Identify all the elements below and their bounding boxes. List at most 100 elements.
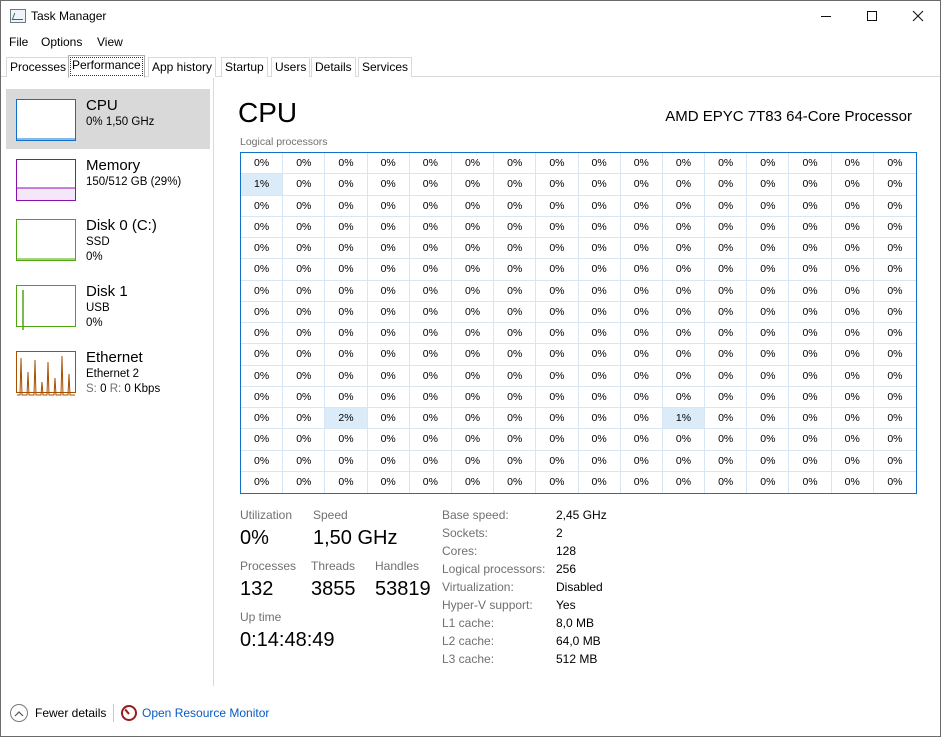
logical-processor-cell: 0% <box>831 174 874 196</box>
chevron-up-icon[interactable] <box>10 704 28 722</box>
logical-processor-cell: 0% <box>409 195 452 217</box>
logical-processor-cell: 0% <box>494 216 537 238</box>
logical-processor-cell: 0% <box>789 408 832 430</box>
logical-processor-cell: 0% <box>620 450 663 472</box>
logical-processor-cell: 0% <box>578 195 621 217</box>
logical-processor-cell: 0% <box>283 153 326 175</box>
logical-processor-cell: 0% <box>536 365 579 387</box>
logical-processor-cell: 0% <box>241 429 284 451</box>
logical-processor-cell: 0% <box>325 153 368 175</box>
logical-processor-cell: 0% <box>705 471 748 493</box>
logical-processor-cell: 0% <box>662 195 706 217</box>
send-value: 0 <box>100 383 107 395</box>
logical-processor-cell: 0% <box>747 216 790 238</box>
sidebar-item-memory[interactable]: Memory 150/512 GB (29%) <box>6 149 210 209</box>
logical-processor-cell: 0% <box>452 471 495 493</box>
logical-processor-cell: 0% <box>494 365 537 387</box>
logical-processor-cell: 0% <box>536 386 579 408</box>
sidebar-item-ethernet[interactable]: Ethernet Ethernet 2 S: 0 R: 0 Kbps <box>6 341 210 401</box>
processes-value: 132 <box>240 578 274 600</box>
sidebar-item-disk0[interactable]: Disk 0 (C:) SSD 0% <box>6 209 210 269</box>
tab-services[interactable]: Services <box>358 57 413 77</box>
sidebar-item-cpu[interactable]: CPU 0% 1,50 GHz <box>6 89 210 149</box>
logical-processor-cell: 0% <box>789 471 832 493</box>
sidebar-item-disk1[interactable]: Disk 1 USB 0% <box>6 275 210 335</box>
menu-file[interactable]: File <box>9 35 28 49</box>
logical-processor-cell: 0% <box>536 174 579 196</box>
open-resource-monitor-link[interactable]: Open Resource Monitor <box>142 706 269 720</box>
logical-processor-cell: 0% <box>831 301 874 323</box>
logical-processor-cell: 0% <box>283 323 326 345</box>
logical-processor-cell: 0% <box>705 323 748 345</box>
tab-users[interactable]: Users <box>271 57 311 77</box>
logical-processor-cell: 0% <box>831 386 874 408</box>
logical-processor-cell: 0% <box>662 153 706 175</box>
logical-processor-cell: 0% <box>536 195 579 217</box>
maximize-button[interactable] <box>849 1 895 31</box>
logical-processor-cell: 0% <box>873 429 916 451</box>
logical-processor-cell: 0% <box>451 429 495 451</box>
logical-processor-cell: 0% <box>536 259 579 281</box>
logical-processor-cell: 0% <box>283 216 326 238</box>
logical-processor-cell: 0% <box>451 386 495 408</box>
logical-processor-cell: 0% <box>789 174 832 196</box>
logical-processor-cell: 0% <box>620 280 663 302</box>
logical-processor-cell: 0% <box>620 174 663 196</box>
logical-processor-cell: 0% <box>367 365 410 387</box>
tab-app-history[interactable]: App history <box>148 57 217 77</box>
logical-processor-cell: 0% <box>620 195 663 217</box>
logical-processor-cell: 0% <box>325 238 368 260</box>
memory-thumbnail-graph <box>16 159 76 201</box>
logical-processor-cell: 0% <box>494 323 537 345</box>
logical-processor-cell: 0% <box>451 323 495 345</box>
logical-processor-cell: 0% <box>831 153 874 175</box>
fewer-details-button[interactable]: Fewer details <box>35 706 106 720</box>
logical-processor-cell: 0% <box>831 365 874 387</box>
logical-processor-cell: 0% <box>578 429 621 451</box>
logical-processor-cell: 0% <box>789 153 832 175</box>
logical-processor-cell: 0% <box>705 344 748 366</box>
processor-name: AMD EPYC 7T83 64-Core Processor <box>665 108 912 125</box>
performance-sidebar: CPU 0% 1,50 GHz Memory 150/512 GB (29%) … <box>1 78 214 686</box>
ethernet-thumbnail-graph <box>16 351 76 396</box>
logical-processor-cell: 0% <box>409 323 452 345</box>
logical-processor-cell: 0% <box>789 450 832 472</box>
tab-details[interactable]: Details <box>311 57 356 77</box>
logical-processor-cell: 0% <box>705 153 748 175</box>
logical-processor-cell: 0% <box>409 238 452 260</box>
task-manager-app-icon <box>10 9 26 23</box>
logical-processor-cell: 0% <box>367 386 410 408</box>
uptime-value: 0:14:48:49 <box>240 629 335 651</box>
menu-options[interactable]: Options <box>41 35 82 49</box>
tab-processes[interactable]: Processes <box>6 57 71 77</box>
tab-performance[interactable]: Performance <box>68 55 145 78</box>
logical-processor-cell: 0% <box>747 301 790 323</box>
logical-processor-cell: 0% <box>662 323 706 345</box>
logical-processor-cell: 0% <box>451 280 495 302</box>
logical-processor-cell: 0% <box>536 153 579 175</box>
sidebar-disk0-type: SSD <box>86 236 110 248</box>
logical-processor-cell: 0% <box>620 344 663 366</box>
logical-processor-cell: 0% <box>578 259 621 281</box>
logical-processor-cell: 0% <box>747 450 790 472</box>
logical-processor-cell: 0% <box>578 216 621 238</box>
tab-startup[interactable]: Startup <box>221 57 268 77</box>
spec-label-l1-cache: L1 cache: <box>442 616 495 630</box>
handles-label: Handles <box>375 559 420 573</box>
logical-processor-cell: 0% <box>368 471 410 493</box>
logical-processor-cell: 0% <box>662 429 706 451</box>
logical-processor-cell: 0% <box>578 408 621 430</box>
sidebar-memory-title: Memory <box>86 157 141 174</box>
logical-processor-cell: 0% <box>409 153 452 175</box>
logical-processor-cell: 0% <box>747 365 790 387</box>
logical-processor-cell: 0% <box>831 450 874 472</box>
menu-view[interactable]: View <box>97 35 123 49</box>
close-button[interactable] <box>895 1 941 31</box>
resource-monitor-icon[interactable] <box>121 705 137 721</box>
logical-processor-cell: 0% <box>241 450 284 472</box>
logical-processor-cell: 0% <box>873 259 916 281</box>
minimize-button[interactable] <box>803 1 849 31</box>
close-icon <box>912 10 924 22</box>
logical-processor-cell: 0% <box>494 408 537 430</box>
logical-processor-cell: 0% <box>494 280 537 302</box>
